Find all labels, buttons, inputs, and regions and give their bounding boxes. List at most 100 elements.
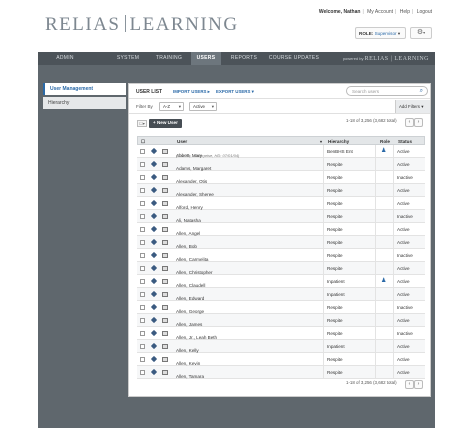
export-users-link[interactable]: EXPORT USERS ▾ — [216, 89, 254, 95]
row-checkbox[interactable] — [140, 305, 145, 310]
column-role[interactable]: Role — [380, 139, 390, 144]
tag-icon[interactable] — [150, 277, 158, 285]
table-row[interactable]: Adams, Margaret Respite Active — [137, 158, 425, 171]
status-filter-select[interactable]: Active ▾ — [189, 102, 217, 111]
tag-icon[interactable] — [150, 147, 158, 155]
id-card-icon[interactable] — [162, 331, 168, 336]
row-checkbox[interactable] — [140, 279, 145, 284]
next-page-button[interactable]: › — [414, 380, 423, 389]
row-checkbox[interactable] — [140, 253, 145, 258]
table-row[interactable]: Allen, Kevin Respite Active — [137, 353, 425, 366]
nav-users[interactable]: USERS — [191, 52, 221, 65]
table-row[interactable]: Allen, Jr., Leah Beth Respite Inactive — [137, 327, 425, 340]
tag-icon[interactable] — [150, 173, 158, 181]
table-row[interactable]: Ali, Natasha Respite Inactive — [137, 210, 425, 223]
id-card-icon[interactable] — [162, 318, 168, 323]
tag-icon[interactable] — [150, 251, 158, 259]
row-checkbox[interactable] — [140, 188, 145, 193]
id-card-icon[interactable] — [162, 305, 168, 310]
prev-page-button[interactable]: ‹ — [405, 380, 414, 389]
help-link[interactable]: Help — [400, 9, 410, 15]
row-checkbox[interactable] — [140, 149, 145, 154]
row-checkbox[interactable] — [140, 227, 145, 232]
table-row[interactable]: Abbott, Mary (Deirdra - Enterprise, HD: … — [137, 145, 425, 158]
nav-admin-dashboard[interactable]: ADMIN DASHBOARD — [42, 52, 88, 74]
table-row[interactable]: Allen, Kelly Inpatient Active — [137, 340, 425, 353]
id-card-icon[interactable] — [162, 149, 168, 154]
tag-icon[interactable] — [150, 264, 158, 272]
table-row[interactable]: Allen, Angel Respite Active — [137, 223, 425, 236]
column-status[interactable]: Status — [398, 139, 412, 144]
table-row[interactable]: Allen, Christopher Respite Active — [137, 262, 425, 275]
id-card-icon[interactable] — [162, 201, 168, 206]
prev-page-button[interactable]: ‹ — [405, 118, 414, 127]
tag-icon[interactable] — [150, 355, 158, 363]
id-card-icon[interactable] — [162, 162, 168, 167]
table-row[interactable]: Alford, Henry Respite Active — [137, 197, 425, 210]
row-checkbox[interactable] — [140, 318, 145, 323]
id-card-icon[interactable] — [162, 175, 168, 180]
row-checkbox[interactable] — [140, 201, 145, 206]
tag-icon[interactable] — [150, 199, 158, 207]
table-row[interactable]: Alexander, Sheree Respite Active — [137, 184, 425, 197]
table-row[interactable]: Allen, Carmelita Respite Inactive — [137, 249, 425, 262]
id-card-icon[interactable] — [162, 253, 168, 258]
sidebar-item-user-management[interactable]: User Management — [43, 83, 126, 95]
row-checkbox[interactable] — [140, 370, 145, 375]
tag-icon[interactable] — [150, 342, 158, 350]
tag-icon[interactable] — [150, 329, 158, 337]
tag-icon[interactable] — [150, 212, 158, 220]
id-card-icon[interactable] — [162, 279, 168, 284]
row-checkbox[interactable] — [140, 175, 145, 180]
search-input[interactable]: Search users ⌕ — [346, 86, 428, 96]
id-card-icon[interactable] — [162, 240, 168, 245]
my-account-link[interactable]: My Account — [367, 9, 393, 15]
row-checkbox[interactable] — [140, 240, 145, 245]
row-checkbox[interactable] — [140, 266, 145, 271]
table-row[interactable]: Allen, Bob Respite Active — [137, 236, 425, 249]
table-row[interactable]: Alexander, Otis Respite Inactive — [137, 171, 425, 184]
id-card-icon[interactable] — [162, 357, 168, 362]
id-card-icon[interactable] — [162, 227, 168, 232]
tag-icon[interactable] — [150, 316, 158, 324]
table-row[interactable]: Allen, James Respite Active — [137, 314, 425, 327]
id-card-icon[interactable] — [162, 292, 168, 297]
logout-link[interactable]: Logout — [417, 9, 432, 15]
id-card-icon[interactable] — [162, 370, 168, 375]
table-row[interactable]: Allen, Edward Inpatient Active — [137, 288, 425, 301]
nav-course-updates[interactable]: COURSE UPDATES — [266, 52, 322, 65]
id-card-icon[interactable] — [162, 188, 168, 193]
tag-icon[interactable] — [150, 225, 158, 233]
tag-icon[interactable] — [150, 238, 158, 246]
id-card-icon[interactable] — [162, 214, 168, 219]
next-page-button[interactable]: › — [414, 118, 423, 127]
sort-select[interactable]: A-Z ▾ — [159, 102, 184, 111]
role-selector[interactable]: ROLE: Supervisor ▾ — [355, 27, 406, 39]
row-checkbox[interactable] — [140, 344, 145, 349]
column-hierarchy[interactable]: Hierarchy — [328, 139, 349, 144]
row-checkbox[interactable] — [140, 357, 145, 362]
table-row[interactable]: Allen, George Respite Inactive — [137, 301, 425, 314]
row-checkbox[interactable] — [140, 331, 145, 336]
id-card-icon[interactable] — [162, 266, 168, 271]
tag-icon[interactable] — [150, 186, 158, 194]
row-checkbox[interactable] — [140, 292, 145, 297]
add-filters-button[interactable]: Add Filters ▾ — [395, 100, 430, 113]
new-user-button[interactable]: + New User — [149, 119, 182, 128]
tag-icon[interactable] — [150, 368, 158, 376]
row-checkbox[interactable] — [140, 162, 145, 167]
row-checkbox[interactable] — [140, 214, 145, 219]
header-checkbox[interactable]: ☐ — [141, 139, 145, 145]
import-users-link[interactable]: IMPORT USERS ▸ — [173, 89, 210, 95]
table-row[interactable]: Allen, Claudell Inpatient ♟ Active — [137, 275, 425, 288]
nav-reports[interactable]: REPORTS — [228, 52, 260, 65]
id-card-icon[interactable] — [162, 344, 168, 349]
select-all-dropdown[interactable]: ☐▾ — [137, 120, 147, 127]
settings-dropdown[interactable]: ⚙▾ — [410, 27, 432, 39]
sidebar-item-hierarchy[interactable]: Hierarchy — [43, 97, 126, 109]
tag-icon[interactable] — [150, 160, 158, 168]
nav-training[interactable]: TRAINING — [154, 52, 184, 65]
tag-icon[interactable] — [150, 290, 158, 298]
tag-icon[interactable] — [150, 303, 158, 311]
relias-logo[interactable]: RELIAS LEARNING — [45, 14, 239, 36]
